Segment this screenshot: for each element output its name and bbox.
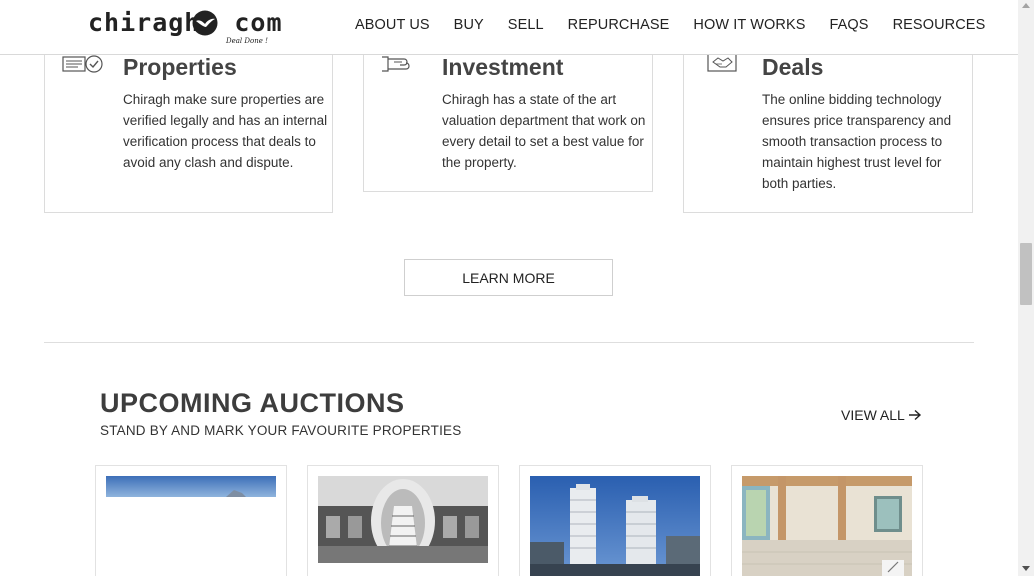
feature-text: Chiragh has a state of the art valuation… [442,92,646,170]
feature-text: Chiragh make sure properties are verifie… [123,92,328,170]
panoramic-interior-photo [318,476,488,563]
bird-icon [192,10,218,36]
sky-building-photo [106,476,276,497]
nav-repurchase[interactable]: REPURCHASE [568,17,670,33]
auction-card[interactable] [95,465,287,576]
view-all-label: VIEW ALL [841,407,905,423]
nav-about-us[interactable]: ABOUT US [355,17,430,33]
nav-how-it-works[interactable]: HOW IT WORKS [693,17,805,33]
auction-card[interactable] [731,465,923,576]
section-subtitle: STAND BY AND MARK YOUR FAVOURITE PROPERT… [100,423,462,438]
learn-more-button[interactable]: LEARN MORE [404,259,613,296]
logo-text-left: chiragh [88,8,201,37]
scroll-thumb[interactable] [1020,243,1032,305]
scroll-up-arrow-icon[interactable] [1022,3,1030,8]
terrace-photo [742,476,912,576]
auction-card[interactable] [307,465,499,576]
nav-buy[interactable]: BUY [454,17,484,33]
logo-wordmark: chiragh com [88,8,283,37]
feature-title: Deals [762,54,824,80]
nav-sell[interactable]: SELL [508,17,544,33]
twin-towers-photo [530,476,700,576]
arrow-right-icon [908,409,921,421]
page-scrollbar[interactable] [1018,0,1034,576]
logo-tagline: Deal Done ! [226,37,268,45]
section-divider [44,342,974,343]
feature-card-properties: Properties Chiragh make sure properties … [44,30,333,213]
feature-text: The online bidding technology ensures pr… [762,92,952,191]
site-logo[interactable]: chiragh com Deal Done ! [88,6,282,50]
feature-card-deals: Deals The online bidding technology ensu… [683,30,973,213]
site-header: chiragh com Deal Done ! ABOUT US BUY SELL… [0,0,1018,55]
nav-resources[interactable]: RESOURCES [893,17,986,33]
feature-title: Properties [123,54,237,80]
nav-faqs[interactable]: FAQS [830,17,869,33]
valuation-hand-icon [382,56,410,72]
logo-text-right: com [234,8,283,37]
section-title: UPCOMING AUCTIONS [100,388,405,418]
verified-document-icon [62,55,103,73]
auction-card[interactable] [519,465,711,576]
feature-title: Investment [442,54,564,80]
scroll-down-arrow-icon[interactable] [1022,566,1030,571]
view-all-link[interactable]: VIEW ALL [841,407,922,423]
main-nav: ABOUT US BUY SELL REPURCHASE HOW IT WORK… [355,17,985,33]
